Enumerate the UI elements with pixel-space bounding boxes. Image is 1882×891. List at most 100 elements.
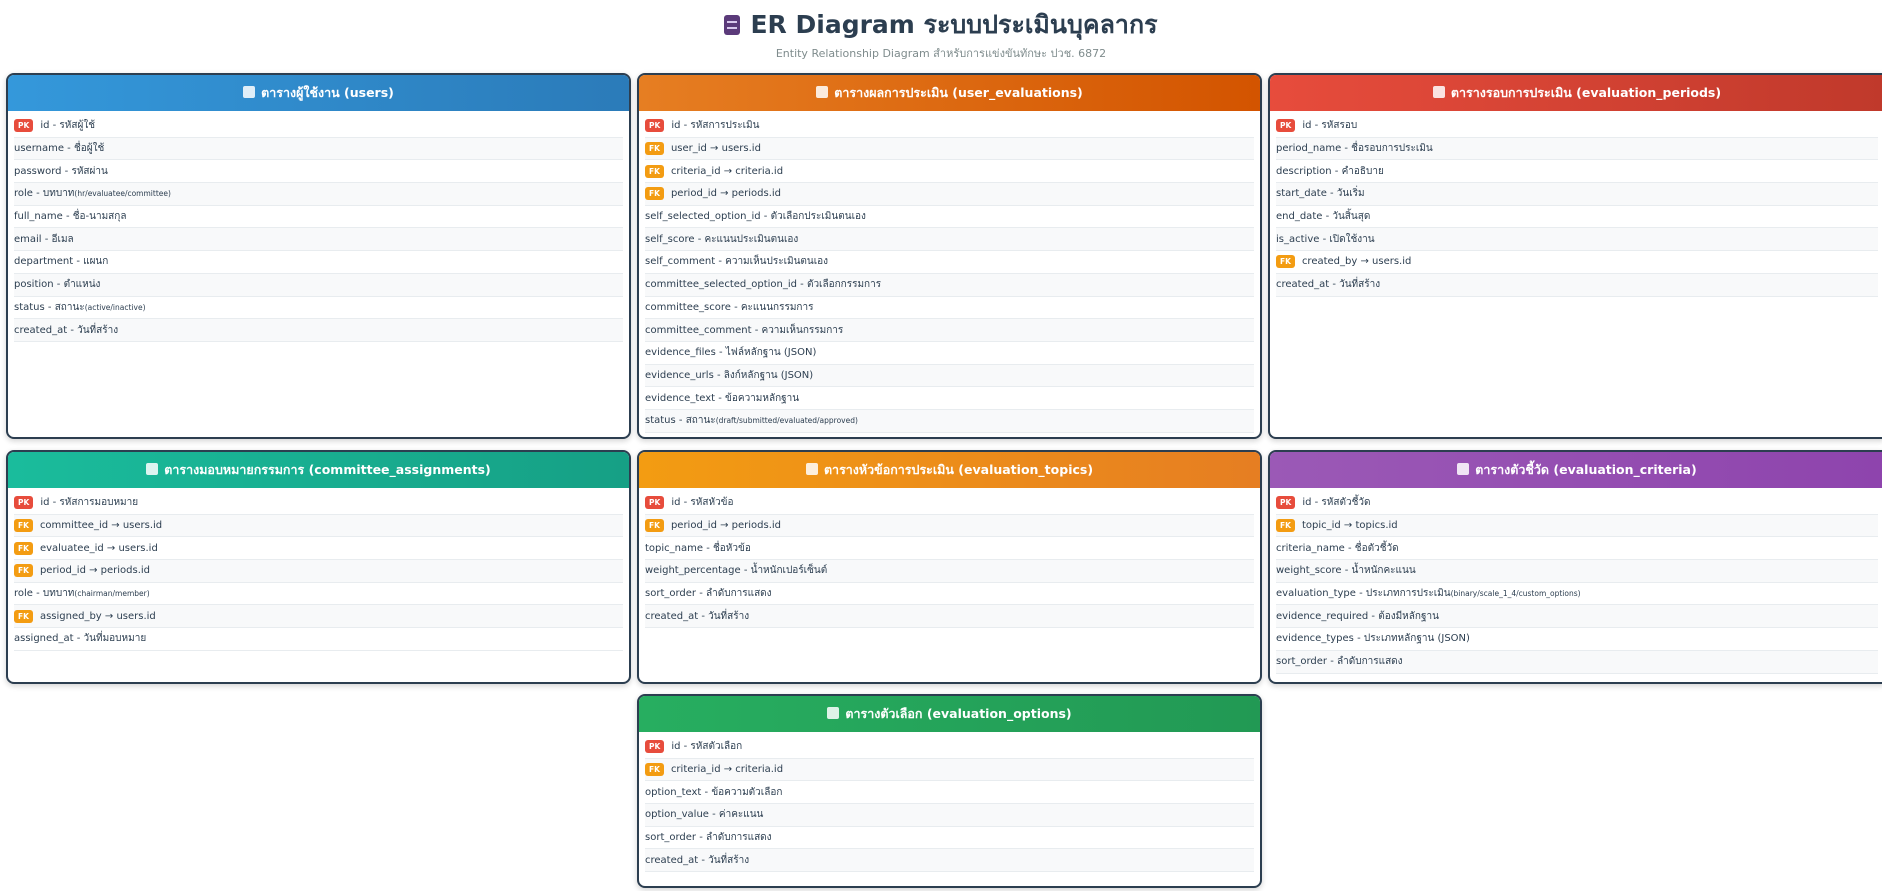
foreign-key-badge: FK (645, 187, 664, 201)
table-card-evaluation-periods: ตารางรอบการประเมิน (evaluation_periods) … (1268, 73, 1882, 439)
field-row: username - ชื่อผู้ใช้ (14, 137, 623, 161)
field-text: id - รหัสหัวข้อ (671, 497, 734, 509)
table-header: ตารางตัวเลือก (evaluation_options) (639, 696, 1260, 732)
field-text: committee_selected_option_id - ตัวเลือกก… (645, 279, 882, 291)
field-row: FK assigned_by → users.id (14, 605, 623, 629)
field-text: id - รหัสการมอบหมาย (40, 497, 139, 509)
field-text: criteria_id → criteria.id (670, 764, 784, 776)
field-row: PK id - รหัสการมอบหมาย (14, 492, 623, 515)
field-row: PK id - รหัสรอบ (1276, 115, 1878, 138)
field-row: option_value - ค่าคะแนน (645, 804, 1254, 827)
table-title: ตารางรอบการประเมิน (evaluation_periods) (1450, 85, 1722, 100)
field-text: sort_order - ลำดับการแสดง (1276, 656, 1403, 668)
field-row: FK criteria_id → criteria.id (645, 160, 1254, 184)
foreign-key-badge: FK (645, 519, 664, 533)
field-text: end_date - วันสิ้นสุด (1276, 211, 1371, 223)
field-list: PK id - รหัสตัวชี้วัด FK topic_id → topics.… (1270, 488, 1882, 674)
field-row: FK period_id → periods.id (645, 514, 1254, 538)
field-row: evidence_required - ต้องมีหลักฐาน (1276, 605, 1878, 629)
field-text: evaluatee_id → users.id (39, 542, 158, 554)
field-text: created_at - วันที่สร้าง (14, 324, 119, 336)
page-header: ER Diagram ระบบประเมินบุคลากร Entity Rel… (0, 0, 1882, 63)
primary-key-badge: PK (14, 496, 34, 510)
field-text: assigned_at - วันที่มอบหมาย (14, 633, 147, 645)
field-text: evidence_types - ประเภทหลักฐาน (JSON) (1276, 633, 1470, 645)
field-text: evidence_text - ข้อความหลักฐาน (645, 392, 800, 404)
field-list: PK id - รหัสการประเมิน FK user_id → users.i… (639, 111, 1260, 433)
field-row: created_at - วันที่สร้าง (1276, 273, 1878, 297)
table-card-evaluation-topics: ตารางหัวข้อการประเมิน (evaluation_topics… (637, 450, 1262, 684)
field-row: criteria_name - ชื่อตัวชี้วัด (1276, 537, 1878, 561)
page-title: ER Diagram ระบบประเมินบุคลากร (0, 8, 1882, 42)
person-icon (146, 463, 159, 475)
field-row: description - คำอธิบาย (1276, 160, 1878, 184)
table-card-evaluation-criteria: ตารางตัวชี้วัด (evaluation_criteria) PK i… (1268, 450, 1882, 684)
field-row: self_score - คะแนนประเมินตนเอง (645, 228, 1254, 252)
field-text: criteria_id → criteria.id (670, 165, 784, 177)
field-row: status - สถานะ (active/inactive) (14, 297, 623, 320)
field-note: (draft/submitted/evaluated/approved) (715, 416, 858, 426)
field-row: full_name - ชื่อ-นามสกุล (14, 206, 623, 229)
target-icon (1457, 463, 1470, 475)
field-text: is_active - เปิดใช้งาน (1276, 233, 1375, 245)
field-text: evidence_urls - ลิงก์หลักฐาน (JSON) (645, 369, 814, 381)
field-row: option_text - ข้อความตัวเลือก (645, 781, 1254, 805)
field-row: FK user_id → users.id (645, 137, 1254, 161)
field-text: position - ตำแหน่ง (14, 279, 101, 291)
field-row: self_comment - ความเห็นประเมินตนเอง (645, 251, 1254, 274)
field-list: PK id - รหัสรอบ period_name - ชื่อรอบการปร… (1270, 111, 1882, 297)
field-text: self_selected_option_id - ตัวเลือกประเมิ… (645, 211, 866, 223)
field-row: PK id - รหัสการประเมิน (645, 115, 1254, 138)
field-text: sort_order - ลำดับการแสดง (645, 832, 772, 844)
field-text: option_value - ค่าคะแนน (645, 809, 764, 821)
field-row: evidence_text - ข้อความหลักฐาน (645, 387, 1254, 410)
field-text: full_name - ชื่อ-นามสกุล (14, 211, 127, 223)
field-text: role - บทบาท (14, 188, 75, 200)
field-text: committee_score - คะแนนกรรมการ (645, 301, 814, 313)
foreign-key-badge: FK (1276, 255, 1295, 269)
field-row: start_date - วันเริ่ม (1276, 183, 1878, 206)
table-title: ตารางตัวเลือก (evaluation_options) (845, 706, 1072, 721)
foreign-key-badge: FK (645, 142, 664, 156)
field-note: (chairman/member) (74, 589, 150, 599)
field-text: committee_comment - ความเห็นกรรมการ (645, 324, 844, 336)
field-text: created_at - วันที่สร้าง (645, 610, 750, 622)
field-row: role - บทบาท (hr/evaluatee/committee) (14, 183, 623, 206)
field-row: period_name - ชื่อรอบการประเมิน (1276, 137, 1878, 161)
field-row: FK criteria_id → criteria.id (645, 758, 1254, 782)
table-header: ตารางมอบหมายกรรมการ (committee_assignmen… (8, 452, 629, 488)
field-text: role - บทบาท (14, 588, 75, 600)
field-text: email - อีเมล (14, 233, 74, 245)
field-row: created_at - วันที่สร้าง (14, 319, 623, 342)
field-text: created_by → users.id (1301, 256, 1412, 268)
clipboard-icon (805, 463, 818, 475)
field-row: status - สถานะ (draft/submitted/evaluated… (645, 409, 1254, 433)
table-title: ตารางผู้ใช้งาน (users) (261, 85, 394, 100)
table-title: ตารางตัวชี้วัด (evaluation_criteria) (1475, 462, 1697, 477)
field-row: evidence_types - ประเภทหลักฐาน (JSON) (1276, 628, 1878, 651)
field-text: topic_id → topics.id (1301, 520, 1398, 532)
field-text: evidence_required - ต้องมีหลักฐาน (1276, 610, 1439, 622)
foreign-key-badge: FK (14, 541, 33, 555)
table-card-evaluation-options: ตารางตัวเลือก (evaluation_options) PK id … (637, 694, 1262, 888)
field-text: period_id → periods.id (39, 565, 151, 577)
page-subtitle: Entity Relationship Diagram สำหรับการแข่… (775, 47, 1107, 60)
field-text: id - รหัสผู้ใช้ (40, 120, 95, 132)
field-text: period_name - ชื่อรอบการประเมิน (1276, 143, 1433, 155)
table-header: ตารางผลการประเมิน (user_evaluations) (639, 75, 1260, 111)
field-text: weight_percentage - น้ำหนักเปอร์เซ็นต์ (645, 565, 828, 577)
field-row: end_date - วันสิ้นสุด (1276, 206, 1878, 229)
field-row: FK evaluatee_id → users.id (14, 537, 623, 561)
field-text: period_id → periods.id (670, 520, 782, 532)
field-note: (binary/scale_1_4/custom_options) (1450, 589, 1581, 599)
field-list: PK id - รหัสตัวเลือก FK criteria_id → crite… (639, 732, 1260, 873)
field-row: created_at - วันที่สร้าง (645, 605, 1254, 629)
field-text: start_date - วันเริ่ม (1276, 188, 1365, 200)
field-text: id - รหัสการประเมิน (671, 120, 760, 132)
field-text: sort_order - ลำดับการแสดง (645, 588, 772, 600)
field-row: evidence_files - ไฟล์หลักฐาน (JSON) (645, 342, 1254, 365)
table-title: ตารางหัวข้อการประเมิน (evaluation_topics… (823, 462, 1094, 477)
field-row: position - ตำแหน่ง (14, 273, 623, 297)
field-row: assigned_at - วันที่มอบหมาย (14, 628, 623, 651)
field-text: status - สถานะ (645, 415, 716, 427)
